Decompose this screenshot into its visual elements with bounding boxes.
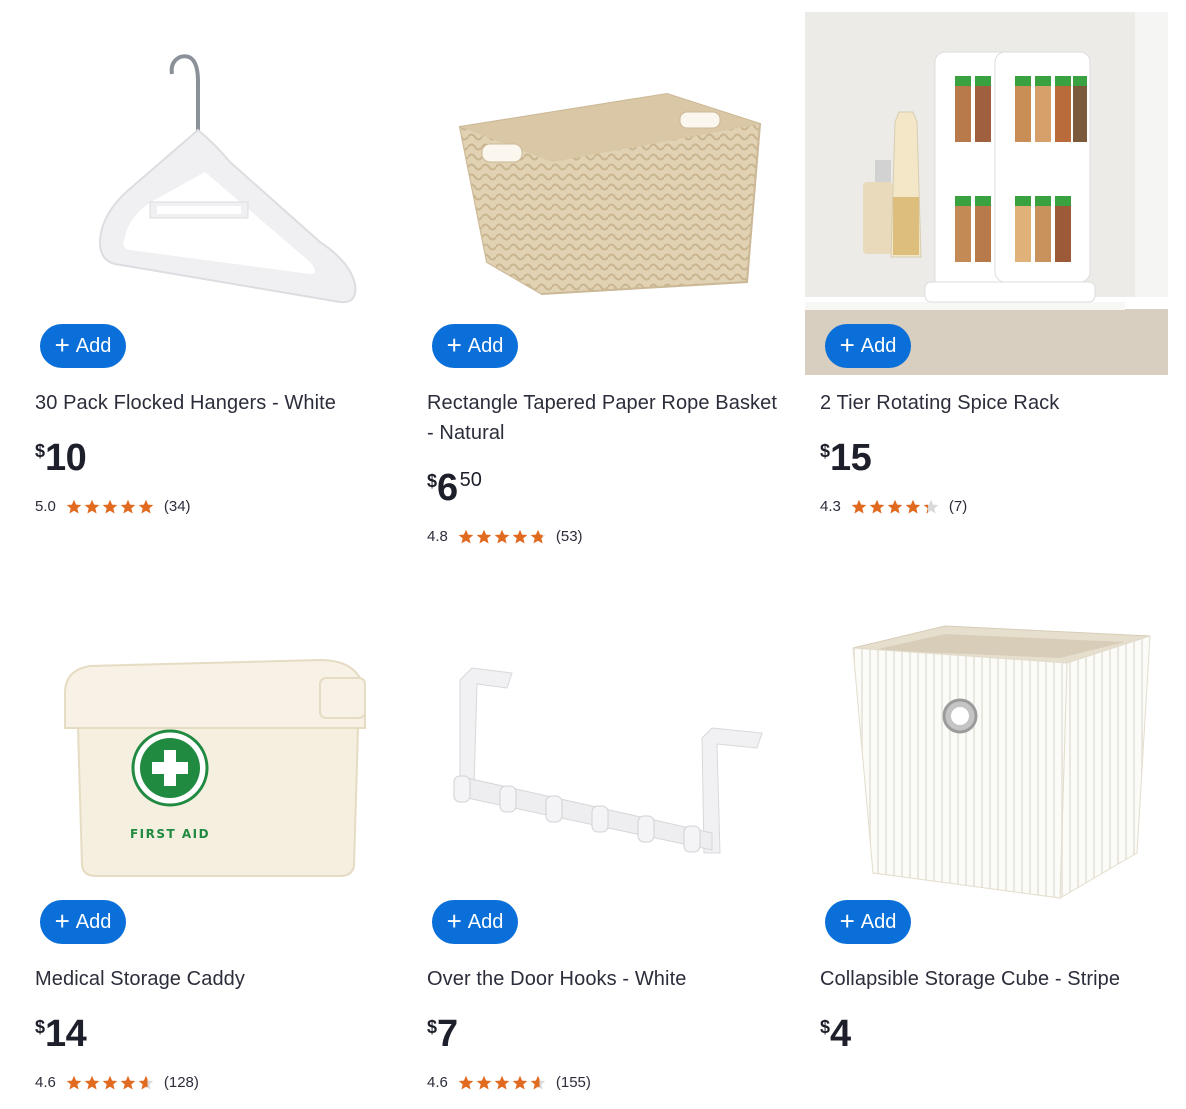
review-count: (155) (555, 1074, 591, 1091)
product-card-medical-caddy[interactable]: FIRST AID + Add Medical Storage Caddy $14… (20, 588, 383, 1108)
product-price: $14 (35, 1013, 87, 1055)
rating-value: 5.0 (35, 498, 56, 515)
rating-value: 4.3 (820, 498, 841, 515)
basket-icon (412, 12, 775, 375)
star-icon (887, 499, 903, 513)
spice-rack-icon (805, 12, 1168, 375)
star-icon (120, 499, 136, 513)
product-title[interactable]: Rectangle Tapered Paper Rope Basket - Na… (427, 388, 779, 448)
star-icon (869, 499, 885, 513)
product-rating[interactable]: 4.8 (53) (427, 528, 583, 545)
star-icon (84, 499, 100, 513)
add-button[interactable]: + Add (432, 900, 518, 944)
product-rating[interactable]: 4.6 (128) (35, 1074, 199, 1091)
plus-icon: + (446, 906, 462, 936)
star-icon (102, 499, 118, 513)
rating-stars (66, 499, 156, 515)
star-icon (138, 499, 154, 513)
add-button[interactable]: + Add (432, 324, 518, 368)
product-rating[interactable]: 4.3 (7) (820, 498, 967, 515)
rating-value: 4.6 (35, 1074, 56, 1091)
rating-stars (458, 1075, 548, 1091)
review-count: (53) (555, 528, 583, 545)
rating-stars (458, 529, 548, 545)
product-price: $6 50 (427, 467, 482, 509)
star-icon (512, 529, 528, 543)
plus-icon: + (54, 906, 70, 936)
star-icon (905, 499, 921, 513)
product-image-storage-cube[interactable] (805, 588, 1168, 951)
star-icon (458, 529, 474, 543)
add-button[interactable]: + Add (825, 324, 911, 368)
star-icon (530, 529, 546, 543)
star-icon (494, 1075, 510, 1089)
rating-value: 4.6 (427, 1074, 448, 1091)
star-icon (494, 529, 510, 543)
storage-cube-icon (805, 588, 1168, 951)
star-icon (476, 529, 492, 543)
add-button[interactable]: + Add (40, 900, 126, 944)
plus-icon: + (446, 330, 462, 360)
review-count: (34) (163, 498, 191, 515)
review-count: (128) (163, 1074, 199, 1091)
product-price: $15 (820, 437, 872, 479)
product-card-door-hooks[interactable]: + Add Over the Door Hooks - White $7 4.6 … (412, 588, 775, 1108)
first-aid-caddy-icon: FIRST AID (20, 588, 383, 951)
star-icon (923, 499, 939, 513)
review-count: (7) (948, 498, 968, 515)
star-icon (512, 1075, 528, 1089)
product-image-door-hooks[interactable] (412, 588, 775, 951)
product-card-spice-rack[interactable]: + Add 2 Tier Rotating Spice Rack $15 4.3 … (805, 12, 1168, 532)
rating-stars (851, 499, 941, 515)
star-icon (84, 1075, 100, 1089)
product-image-medical-caddy[interactable]: FIRST AID (20, 588, 383, 951)
product-image-basket[interactable] (412, 12, 775, 375)
star-icon (66, 1075, 82, 1089)
plus-icon: + (839, 330, 855, 360)
product-rating[interactable]: 5.0 (34) (35, 498, 191, 515)
product-price: $4 (820, 1013, 851, 1055)
product-title[interactable]: 2 Tier Rotating Spice Rack (820, 388, 1172, 418)
product-price: $7 (427, 1013, 458, 1055)
plus-icon: + (54, 330, 70, 360)
first-aid-print: FIRST AID (130, 827, 210, 841)
product-price: $10 (35, 437, 87, 479)
star-icon (138, 1075, 154, 1089)
add-button[interactable]: + Add (40, 324, 126, 368)
product-title[interactable]: 30 Pack Flocked Hangers - White (35, 388, 387, 418)
product-title[interactable]: Collapsible Storage Cube - Stripe (820, 964, 1172, 994)
product-rating[interactable]: 4.6 (155) (427, 1074, 591, 1091)
star-icon (458, 1075, 474, 1089)
door-hooks-icon (412, 588, 775, 951)
star-icon (102, 1075, 118, 1089)
star-icon (66, 499, 82, 513)
star-icon (530, 1075, 546, 1089)
hanger-icon (20, 12, 383, 375)
product-card-basket[interactable]: + Add Rectangle Tapered Paper Rope Basket… (412, 12, 777, 562)
product-image-hangers[interactable] (20, 12, 383, 375)
rating-value: 4.8 (427, 528, 448, 545)
product-image-spice-rack[interactable] (805, 12, 1168, 375)
product-title[interactable]: Over the Door Hooks - White (427, 964, 779, 994)
product-card-storage-cube[interactable]: + Add Collapsible Storage Cube - Stripe $… (805, 588, 1168, 1068)
star-icon (476, 1075, 492, 1089)
plus-icon: + (839, 906, 855, 936)
product-title[interactable]: Medical Storage Caddy (35, 964, 387, 994)
add-button[interactable]: + Add (825, 900, 911, 944)
product-card-hangers[interactable]: + Add 30 Pack Flocked Hangers - White $10… (20, 12, 383, 532)
rating-stars (66, 1075, 156, 1091)
star-icon (851, 499, 867, 513)
star-icon (120, 1075, 136, 1089)
